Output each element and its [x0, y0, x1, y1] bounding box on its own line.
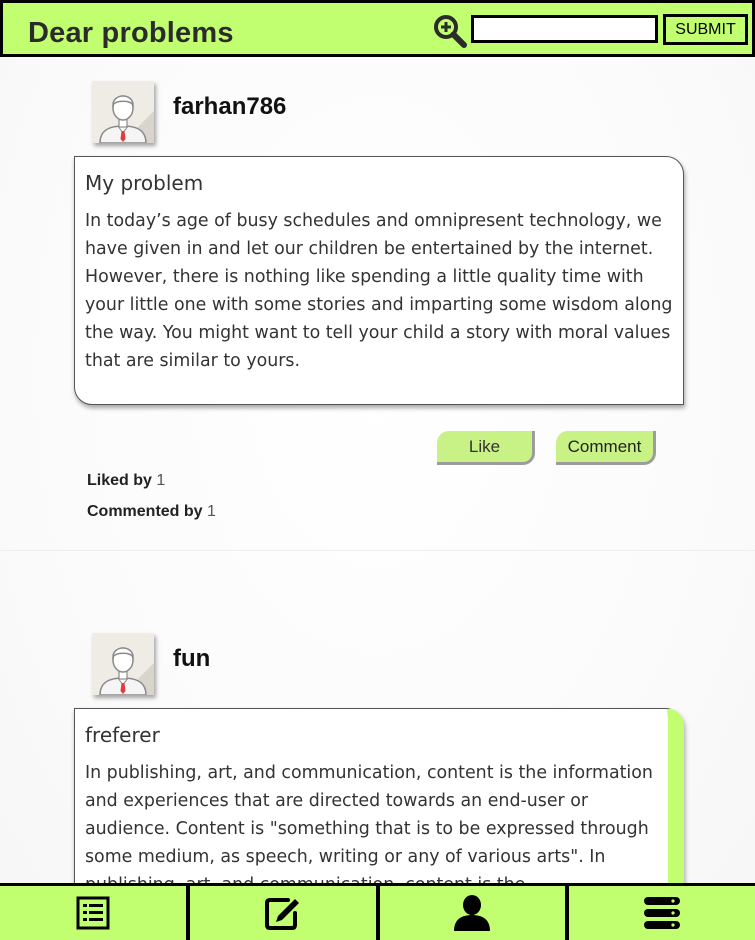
like-button[interactable]: Like — [437, 431, 535, 465]
zoom-in-search-icon[interactable] — [433, 14, 467, 48]
app-root: Dear problems SUBMIT farhan786 My proble… — [0, 0, 755, 940]
list-icon — [76, 896, 110, 930]
search-input[interactable] — [471, 15, 658, 43]
post-divider — [0, 550, 755, 551]
user-avatar-icon[interactable] — [92, 81, 154, 143]
user-icon — [454, 895, 491, 931]
nav-feed[interactable] — [0, 886, 190, 940]
problem-body: In today’s age of busy schedules and omn… — [85, 211, 673, 371]
post-username[interactable]: farhan786 — [173, 93, 286, 121]
problem-body: In publishing, art, and communication, c… — [85, 763, 653, 895]
user-avatar-icon[interactable] — [92, 633, 154, 695]
nav-profile[interactable] — [380, 886, 570, 940]
post-username[interactable]: fun — [173, 645, 210, 673]
liked-by-label: Liked by — [87, 472, 152, 489]
nav-menu[interactable] — [569, 886, 755, 940]
liked-by-stat: Liked by 1 — [87, 472, 165, 490]
commented-by-count: 1 — [207, 503, 216, 520]
problem-card: My problem In today’s age of busy schedu… — [74, 156, 684, 405]
nav-write[interactable] — [190, 886, 380, 940]
comment-button[interactable]: Comment — [556, 431, 656, 465]
submit-button[interactable]: SUBMIT — [663, 14, 748, 45]
top-header: Dear problems SUBMIT — [0, 0, 755, 57]
commented-by-label: Commented by — [87, 503, 203, 520]
commented-by-stat: Commented by 1 — [87, 503, 216, 521]
problem-title: freferer — [85, 723, 160, 747]
edit-icon — [264, 898, 299, 930]
problem-title: My problem — [85, 171, 204, 195]
app-title: Dear problems — [28, 17, 234, 49]
bottom-nav — [0, 883, 755, 940]
server-menu-icon — [644, 897, 681, 929]
liked-by-count: 1 — [156, 472, 166, 489]
